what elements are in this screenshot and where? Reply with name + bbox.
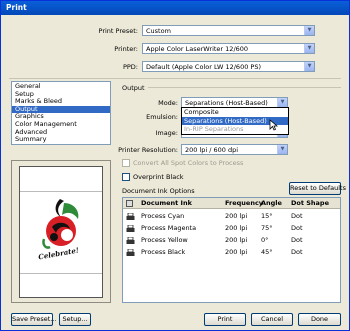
cancel-button[interactable]: Cancel	[251, 313, 293, 326]
ink-frequency: 200 lpi	[225, 224, 248, 232]
window-title: Print	[1, 1, 349, 15]
table-row[interactable]: Process Yellow 200 lpi 0° Dot	[123, 235, 340, 246]
ink-name: Process Yellow	[141, 236, 188, 244]
ink-angle: 75°	[261, 224, 273, 232]
page-preview: Celebrate!	[11, 160, 111, 303]
ink-frequency: 200 lpi	[225, 236, 248, 244]
category-list: General Setup Marks & Bleed Output Graph…	[11, 81, 111, 145]
section-title: Output	[122, 84, 145, 92]
ink-frequency: 200 lpi	[225, 212, 248, 220]
table-row[interactable]: Process Magenta 200 lpi 75° Dot	[123, 223, 340, 234]
printer-value: Apple Color LaserWriter 12/600	[146, 45, 249, 53]
reset-to-defaults-button[interactable]: Reset to Defaults	[289, 182, 346, 195]
header-dot-shape: Dot Shape	[291, 199, 329, 207]
divider	[9, 78, 341, 79]
print-preset-select[interactable]: Custom ▼	[142, 25, 315, 36]
chevron-down-icon: ▼	[304, 26, 314, 35]
chevron-down-icon: ▼	[277, 98, 287, 107]
image-label: Image:	[155, 129, 178, 137]
table-row[interactable]: Process Cyan 200 lpi 15° Dot	[123, 211, 340, 222]
setup-button[interactable]: Setup...	[59, 313, 91, 326]
print-dialog: Print Print Preset: Custom ▼ Printer: App…	[0, 0, 350, 331]
printer-select[interactable]: Apple Color LaserWriter 12/600 ▼	[142, 43, 315, 54]
printer-label: Printer:	[114, 45, 138, 53]
ink-table: Document Ink Frequency Angle Dot Shape P…	[122, 197, 341, 303]
printer-resolution-select[interactable]: 200 lpi / 600 dpi ▼	[181, 144, 288, 155]
print-preset-label: Print Preset:	[98, 27, 138, 35]
margin-guide	[20, 273, 102, 274]
ink-dot-shape: Dot	[291, 248, 303, 256]
print-preset-value: Custom	[146, 27, 171, 35]
printer-resolution-value: 200 lpi / 600 dpi	[185, 146, 239, 154]
mode-option-composite[interactable]: Composite	[182, 108, 288, 117]
ink-name: Process Black	[141, 248, 186, 256]
margin-guide	[20, 191, 102, 192]
ppd-select[interactable]: Default (Apple Color LW 12/600 PS) ▼	[142, 61, 315, 72]
ink-name: Process Magenta	[141, 224, 197, 232]
printer-icon	[126, 248, 135, 261]
ppd-value: Default (Apple Color LW 12/600 PS)	[146, 63, 261, 71]
print-button[interactable]: Print	[204, 313, 246, 326]
mode-label: Mode:	[158, 99, 178, 107]
ink-dot-shape: Dot	[291, 224, 303, 232]
chevron-down-icon: ▼	[304, 44, 314, 53]
ink-angle: 45°	[261, 248, 273, 256]
ink-angle: 15°	[261, 212, 273, 220]
overprint-black-checkbox[interactable]	[122, 173, 130, 181]
preview-page: Celebrate!	[19, 166, 103, 298]
emulsion-label: Emulsion:	[146, 113, 178, 121]
section-divider	[148, 87, 341, 88]
convert-spot-checkbox[interactable]	[122, 159, 130, 167]
mode-value: Separations (Host-Based)	[185, 99, 268, 107]
ppd-label: PPD:	[122, 63, 138, 71]
document-ink-options-label: Document Ink Options	[122, 187, 195, 195]
table-row[interactable]: Process Black 200 lpi 45° Dot	[123, 247, 340, 261]
ink-dot-shape: Dot	[291, 236, 303, 244]
save-preset-button[interactable]: Save Preset...	[11, 313, 57, 326]
print-all-icon	[126, 200, 133, 207]
chevron-down-icon: ▼	[304, 62, 314, 71]
header-document-ink: Document Ink	[141, 199, 192, 207]
done-button[interactable]: Done	[298, 313, 341, 326]
ink-table-header: Document Ink Frequency Angle Dot Shape	[123, 198, 340, 209]
ink-frequency: 200 lpi	[225, 248, 248, 256]
printer-resolution-label: Printer Resolution:	[118, 146, 178, 154]
sidebar-item-summary[interactable]: Summary	[12, 136, 110, 144]
header-frequency: Frequency	[225, 199, 264, 207]
convert-spot-label: Convert All Spot Colors to Process	[133, 159, 244, 167]
ink-angle: 0°	[261, 236, 269, 244]
ink-dot-shape: Dot	[291, 212, 303, 220]
ink-name: Process Cyan	[141, 212, 185, 220]
header-angle: Angle	[261, 199, 282, 207]
chevron-down-icon: ▼	[277, 145, 287, 154]
overprint-black-label: Overprint Black	[133, 173, 184, 181]
cursor-icon	[269, 119, 278, 131]
